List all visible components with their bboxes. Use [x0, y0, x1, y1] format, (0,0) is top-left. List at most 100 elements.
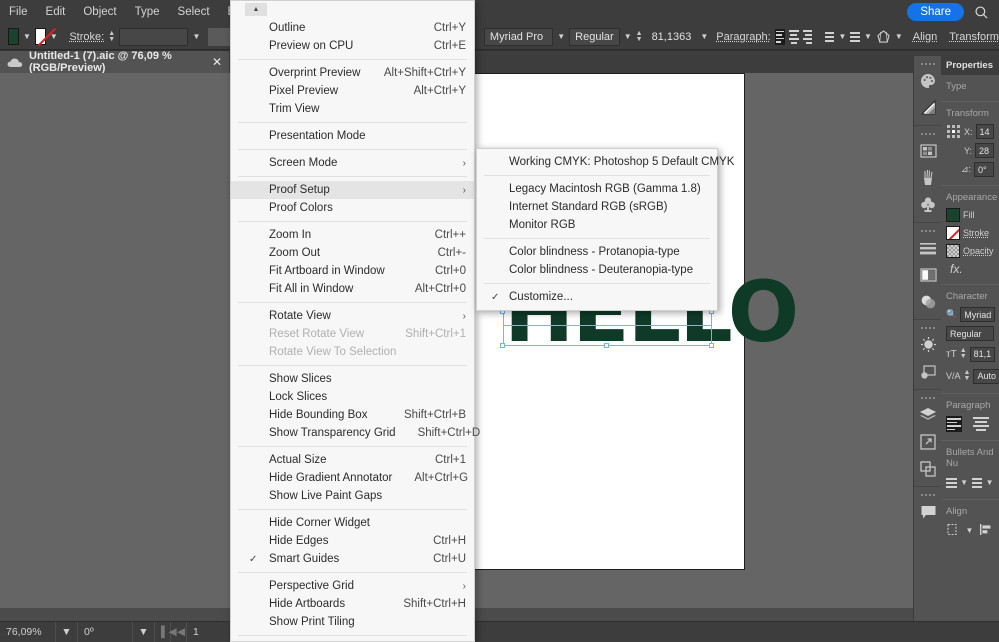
transform-y-input[interactable]: 28	[975, 143, 994, 158]
bulleted-list-chevron-down-icon[interactable]: ▼	[838, 28, 846, 45]
drag-handle-dots[interactable]	[914, 130, 941, 137]
stroke-weight-chevron-down-icon[interactable]: ▼	[192, 28, 200, 45]
text-wrap-icon[interactable]	[876, 30, 891, 44]
font-style-input[interactable]: Regular	[569, 28, 620, 46]
gradient-panel-icon[interactable]	[914, 261, 942, 288]
view-menu-item-zoom-out[interactable]: Zoom Out Ctrl+-	[231, 244, 474, 262]
proof-setup-item-working-cmyk-photoshop-5-default-cmyk[interactable]: Working CMYK: Photoshop 5 Default CMYK	[477, 153, 717, 171]
stroke-weight-input[interactable]	[119, 28, 188, 46]
comments-icon[interactable]	[914, 498, 942, 525]
view-menu-item-pixel-preview[interactable]: Pixel Preview Alt+Ctrl+Y	[231, 82, 474, 100]
share-button[interactable]: Share	[907, 3, 964, 21]
paragraph-label[interactable]: Paragraph:	[716, 31, 770, 43]
brushes-icon[interactable]	[914, 164, 942, 191]
view-menu-item-show-live-paint-gaps[interactable]: Show Live Paint Gaps	[231, 487, 474, 505]
document-tab[interactable]: Untitled-1 (7).aic @ 76,09 % (RGB/Previe…	[0, 51, 229, 73]
view-menu-item-overprint-preview[interactable]: Overprint Preview Alt+Shift+Ctrl+Y	[231, 64, 474, 82]
align-left-icon[interactable]	[775, 29, 785, 45]
align-horizontal-left-icon[interactable]	[979, 523, 993, 538]
view-menu-item-zoom-in[interactable]: Zoom In Ctrl++	[231, 226, 474, 244]
transparency-icon[interactable]	[914, 288, 942, 315]
transform-angle-input[interactable]: 0°	[974, 162, 994, 177]
appearance-stroke-row[interactable]: Stroke	[946, 226, 994, 240]
align-center-icon[interactable]	[789, 29, 799, 45]
appearance-opacity-label[interactable]: Opacity	[963, 246, 994, 256]
view-menu-item-outline[interactable]: Outline Ctrl+Y	[231, 19, 474, 37]
bullets-chevron-down-icon[interactable]: ▼	[960, 474, 969, 491]
view-menu-item-proof-colors[interactable]: Proof Colors	[231, 199, 474, 217]
numbered-list-chevron-down-icon[interactable]: ▼	[864, 28, 872, 45]
appearance-fill-row[interactable]: Fill	[946, 208, 994, 222]
character-size-stepper[interactable]: ▲ ▼	[960, 345, 967, 363]
character-font-size-input[interactable]: 81,1	[970, 347, 996, 362]
stroke-color-swatch[interactable]	[35, 28, 46, 45]
proof-setup-item-color-blindness-protanopia-type[interactable]: Color blindness - Protanopia-type	[477, 243, 717, 261]
character-font-style-input[interactable]: Regular	[946, 326, 994, 341]
menu-edit[interactable]: Edit	[37, 0, 75, 24]
bulleted-list-icon[interactable]	[825, 29, 835, 45]
character-size-row[interactable]: ᴛT ▲ ▼ 81,1	[946, 345, 994, 363]
view-menu-item-hide-corner-widget[interactable]: Hide Corner Widget	[231, 514, 474, 532]
align-chevron-down-icon[interactable]: ▼	[963, 522, 976, 539]
view-menu-item-presentation-mode[interactable]: Presentation Mode	[231, 127, 474, 145]
proof-setup-item-internet-standard-rgb-srgb[interactable]: Internet Standard RGB (sRGB)	[477, 198, 717, 216]
view-menu-item-perspective-grid[interactable]: Perspective Grid ›	[231, 577, 474, 595]
appearance-icon[interactable]	[914, 331, 942, 358]
font-size-stepper[interactable]: ▲ ▼	[636, 28, 643, 46]
numbering-chevron-down-icon[interactable]: ▼	[985, 474, 994, 491]
view-menu-item-fit-artboard-in-window[interactable]: Fit Artboard in Window Ctrl+0	[231, 262, 474, 280]
view-menu-item-rotate-view[interactable]: Rotate View ›	[231, 307, 474, 325]
character-style-row[interactable]: Regular	[946, 326, 994, 341]
drag-handle-dots[interactable]	[914, 394, 941, 401]
prev-artboard-button[interactable]: ◀	[171, 622, 187, 642]
selection-handle-bm[interactable]	[604, 343, 609, 348]
font-size-chevron-down-icon[interactable]: ▼	[700, 28, 708, 45]
paragraph-align-left-icon[interactable]	[946, 416, 962, 432]
view-menu-item-lock-slices[interactable]: Lock Slices	[231, 388, 474, 406]
align-right-icon[interactable]	[803, 29, 813, 45]
font-search-icon[interactable]: 🔍	[946, 309, 957, 320]
graphic-styles-icon[interactable]	[914, 358, 942, 385]
artboards-icon[interactable]	[914, 455, 942, 482]
view-menu-item-preview-on-cpu[interactable]: Preview on CPU Ctrl+E	[231, 37, 474, 55]
font-style-chevron-down-icon[interactable]: ▼	[624, 28, 632, 45]
view-menu-dropdown[interactable]: ▲ Outline Ctrl+Y Preview on CPU Ctrl+E Overp…	[230, 0, 475, 642]
proof-setup-item-monitor-rgb[interactable]: Monitor RGB	[477, 216, 717, 234]
paragraph-align-center-icon[interactable]	[973, 416, 989, 432]
align-to-artboard-icon[interactable]	[946, 523, 960, 538]
drag-handle-dots[interactable]	[914, 60, 941, 67]
stroke-weight-label[interactable]: Stroke:	[69, 31, 104, 43]
view-menu-item-show-print-tiling[interactable]: Show Print Tiling	[231, 613, 474, 631]
view-menu-item-hide-bounding-box[interactable]: Hide Bounding Box Shift+Ctrl+B	[231, 406, 474, 424]
menu-type[interactable]: Type	[126, 0, 169, 24]
view-menu-item-trim-view[interactable]: Trim View	[231, 100, 474, 118]
view-menu-item-screen-mode[interactable]: Screen Mode ›	[231, 154, 474, 172]
fill-chevron-down-icon[interactable]: ▼	[23, 28, 31, 45]
appearance-stroke-label[interactable]: Stroke	[963, 228, 989, 238]
zoom-level-input[interactable]: 76,09%	[0, 622, 56, 642]
view-menu-item-proof-setup[interactable]: Proof Setup ›	[231, 181, 474, 199]
proof-setup-item-customize[interactable]: ✓ Customize...	[477, 288, 717, 306]
view-menu-item-show-transparency-grid[interactable]: Show Transparency Grid Shift+Ctrl+D	[231, 424, 474, 442]
appearance-fx-row[interactable]: fx.	[946, 262, 994, 276]
numbered-list-icon[interactable]	[972, 475, 983, 491]
view-menu-item-hide-artboards[interactable]: Hide Artboards Shift+Ctrl+H	[231, 595, 474, 613]
rotation-input[interactable]: 0º	[78, 622, 133, 642]
view-menu-item-hide-edges[interactable]: Hide Edges Ctrl+H	[231, 532, 474, 550]
view-menu-item-show-slices[interactable]: Show Slices	[231, 370, 474, 388]
asset-export-icon[interactable]	[914, 428, 942, 455]
search-icon[interactable]	[974, 5, 989, 20]
view-menu-item-actual-size[interactable]: Actual Size Ctrl+1	[231, 451, 474, 469]
reference-point-icon[interactable]	[946, 124, 961, 162]
first-artboard-button[interactable]: ▌◀	[155, 622, 171, 642]
view-menu-item-fit-all-in-window[interactable]: Fit All in Window Alt+Ctrl+0	[231, 280, 474, 298]
symbols-icon[interactable]	[914, 191, 942, 218]
view-menu-item-smart-guides[interactable]: ✓ Smart Guides Ctrl+U	[231, 550, 474, 568]
swatches-icon[interactable]	[914, 137, 942, 164]
selection-handle-br[interactable]	[709, 343, 714, 348]
proof-setup-submenu[interactable]: Working CMYK: Photoshop 5 Default CMYK Le…	[476, 148, 718, 311]
font-size-input[interactable]: 81,1363	[647, 28, 697, 46]
menu-select[interactable]: Select	[169, 0, 219, 24]
character-font-row[interactable]: 🔍 Myriad	[946, 307, 994, 322]
character-tracking-input[interactable]: Auto	[973, 369, 999, 384]
